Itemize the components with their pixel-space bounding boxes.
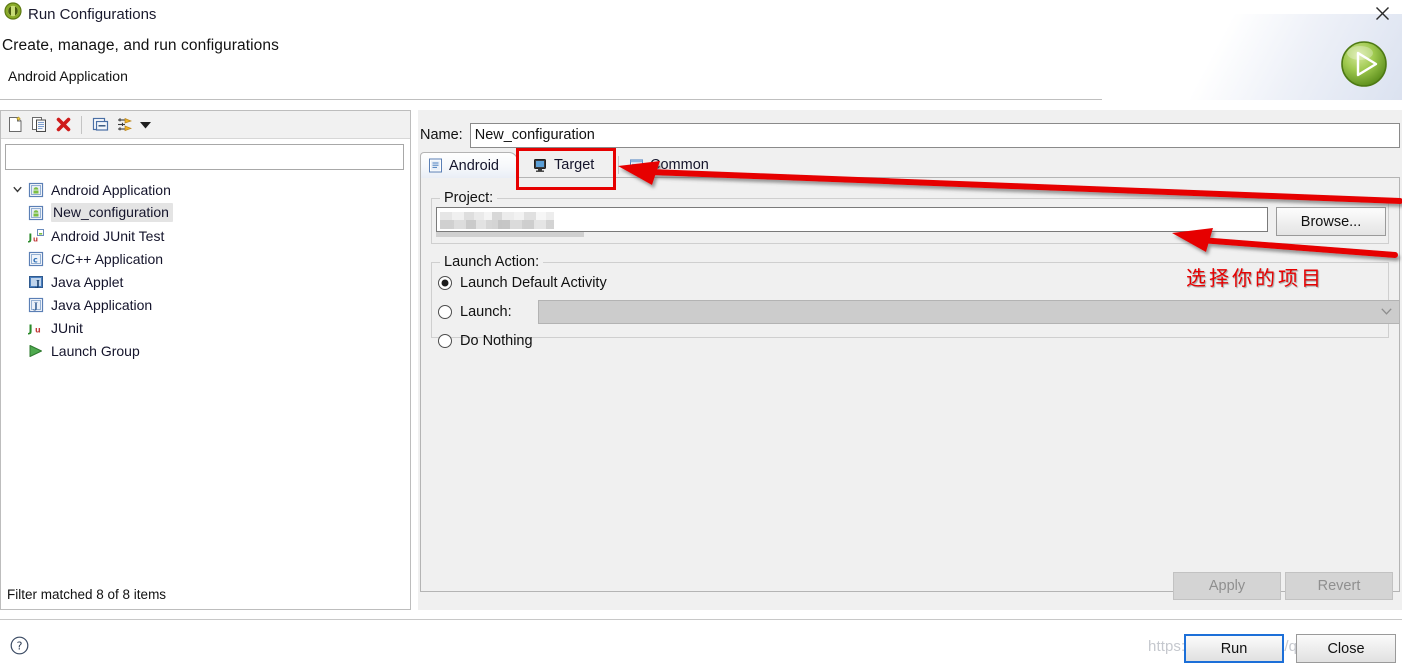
tab-label: Target	[554, 157, 595, 173]
tree-item-android-application[interactable]: Android Application	[1, 178, 410, 201]
tree-item-label: JUnit	[51, 319, 83, 336]
filter-status-text: Filter matched 8 of 8 items	[1, 579, 410, 609]
tree-item-label: Launch Group	[51, 342, 140, 359]
svg-text:J: J	[28, 232, 32, 243]
tab-label: Common	[650, 157, 709, 173]
radio-launch-default-activity[interactable]: Launch Default Activity	[438, 275, 607, 291]
junit-icon: J u	[27, 319, 45, 337]
tab-divider	[618, 156, 619, 174]
tree-item-launch-group[interactable]: Launch Group	[1, 339, 410, 362]
radio-button-icon[interactable]	[438, 276, 452, 290]
tree-item-java-application[interactable]: J Java Application	[1, 293, 410, 316]
page-subtitle: Android Application	[8, 68, 128, 84]
redacted-project-name-shadow	[440, 220, 554, 229]
chevron-down-icon[interactable]	[137, 114, 153, 136]
project-group-label: Project:	[440, 190, 498, 206]
tab-common[interactable]: Common	[622, 152, 714, 178]
configuration-editor-panel: Name: Android	[418, 110, 1402, 610]
tab-label: Android	[449, 157, 499, 174]
launch-configuration-tree[interactable]: Android Application New_configuration J …	[1, 175, 410, 590]
tab-target[interactable]: Target	[526, 152, 616, 178]
project-input[interactable]	[436, 207, 1268, 232]
window-title: Run Configurations	[28, 5, 157, 23]
common-tab-icon	[628, 157, 645, 174]
apply-button[interactable]: Apply	[1173, 572, 1281, 600]
new-launch-configuration-icon[interactable]	[4, 114, 26, 136]
tree-item-label: Android Application	[51, 181, 171, 198]
radio-button-icon[interactable]	[438, 305, 452, 319]
tab-folder: Android Target Common Project: Launch Ac…	[420, 152, 1400, 592]
radio-label: Launch Default Activity	[460, 275, 607, 291]
browse-button[interactable]: Browse...	[1276, 207, 1386, 236]
svg-text:J: J	[33, 300, 38, 310]
left-panel-toolbar	[1, 111, 410, 139]
project-group: Project:	[431, 190, 1389, 244]
green-run-play-icon	[1338, 38, 1390, 90]
target-tab-icon	[532, 157, 549, 174]
redaction-bar	[436, 232, 584, 237]
page-title: Create, manage, and run configurations	[2, 37, 279, 54]
svg-text:J: J	[28, 322, 33, 335]
radio-launch[interactable]: Launch:	[438, 300, 1400, 324]
toolbar-separator	[81, 115, 82, 134]
name-label: Name:	[420, 127, 463, 143]
java-applet-icon: J	[27, 273, 45, 291]
java-application-icon: J	[27, 296, 45, 314]
tab-body-android: Project: Launch Action: Launch Default A…	[420, 178, 1400, 592]
tree-item-label: Android JUnit Test	[51, 227, 165, 244]
dialog-header: Run Configurations Create, manage, and r…	[0, 0, 1402, 100]
tree-item-java-applet[interactable]: J Java Applet	[1, 270, 410, 293]
revert-button[interactable]: Revert	[1285, 572, 1393, 600]
radio-label: Do Nothing	[460, 333, 533, 349]
chevron-down-icon	[1381, 306, 1392, 318]
android-tab-icon	[427, 157, 444, 174]
tree-item-new-configuration[interactable]: New_configuration	[1, 201, 410, 224]
svg-text:?: ?	[17, 640, 23, 653]
launch-action-group: Launch Action: Launch Default Activity L…	[431, 254, 1400, 349]
tab-android[interactable]: Android	[420, 152, 518, 178]
svg-text:u: u	[35, 325, 41, 334]
android-application-icon	[27, 204, 45, 222]
radio-do-nothing[interactable]: Do Nothing	[438, 333, 533, 349]
launch-activity-combo[interactable]	[538, 300, 1400, 324]
run-button[interactable]: Run	[1184, 634, 1284, 663]
close-button[interactable]: Close	[1296, 634, 1396, 663]
tree-item-label: New_configuration	[51, 203, 173, 222]
c-cpp-application-icon: c	[27, 250, 45, 268]
duplicate-icon[interactable]	[28, 114, 50, 136]
tab-strip: Android Target Common	[420, 152, 1400, 178]
eclipse-launch-icon	[4, 2, 22, 20]
help-question-icon[interactable]: ?	[10, 636, 29, 655]
launch-configurations-panel: Android Application New_configuration J …	[0, 110, 411, 610]
android-junit-icon: J u	[27, 227, 45, 245]
radio-button-icon[interactable]	[438, 334, 452, 348]
launch-group-icon	[27, 342, 45, 360]
run-configurations-dialog: Run Configurations Create, manage, and r…	[0, 0, 1402, 665]
name-row: Name:	[420, 122, 1400, 148]
project-input-wrap[interactable]	[436, 207, 1268, 237]
chevron-down-icon[interactable]	[7, 186, 27, 193]
svg-text:c: c	[33, 255, 38, 264]
name-input[interactable]	[469, 122, 1400, 148]
filter-input[interactable]	[5, 144, 404, 170]
close-icon[interactable]	[1370, 2, 1394, 24]
tree-item-junit[interactable]: J u JUnit	[1, 316, 410, 339]
filter-icon[interactable]	[113, 114, 135, 136]
svg-text:J: J	[35, 278, 40, 288]
launch-action-group-label: Launch Action:	[440, 254, 544, 270]
tree-item-label: Java Application	[51, 296, 153, 313]
radio-label: Launch:	[460, 304, 512, 320]
tree-item-android-junit-test[interactable]: J u Android JUnit Test	[1, 224, 410, 247]
android-application-icon	[27, 181, 45, 199]
tree-item-label: C/C++ Application	[51, 250, 164, 267]
svg-text:u: u	[33, 235, 38, 243]
collapse-all-icon[interactable]	[89, 114, 111, 136]
tree-item-c-cpp-application[interactable]: c C/C++ Application	[1, 247, 410, 270]
tree-item-label: Java Applet	[51, 273, 124, 290]
delete-icon[interactable]	[52, 114, 74, 136]
